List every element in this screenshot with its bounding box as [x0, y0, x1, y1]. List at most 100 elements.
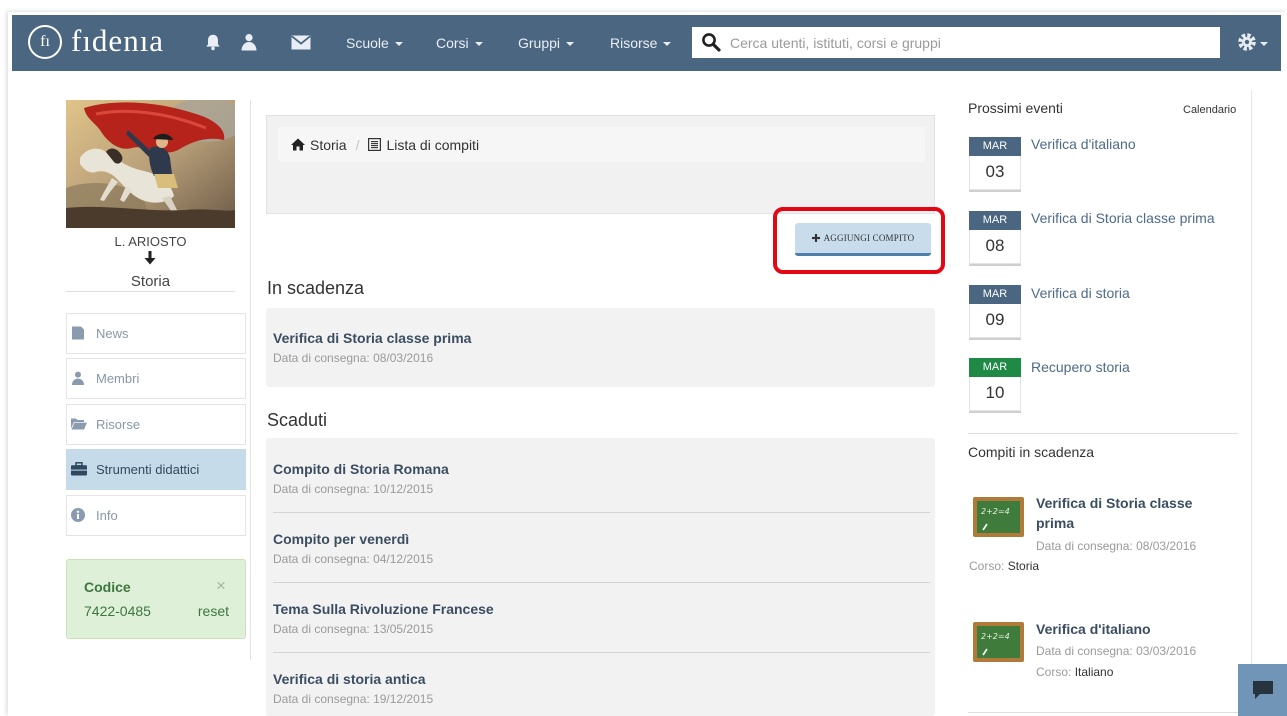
caret-down-icon [566, 42, 575, 46]
assignment-item[interactable]: Tema Sulla Rivoluzione Francese Data di … [273, 583, 930, 653]
event-month-badge: MAR [969, 358, 1021, 377]
breadcrumb-current: Lista di compiti [386, 136, 480, 153]
breadcrumb-panel: Storia / Lista di compiti [266, 115, 935, 214]
arrow-down-icon [144, 251, 156, 270]
event-month-badge: MAR [969, 137, 1021, 156]
assignment-item[interactable]: Verifica di Storia classe prima Data di … [273, 308, 930, 387]
assignment-title[interactable]: Tema Sulla Rivoluzione Francese [273, 601, 930, 617]
task-title[interactable]: Verifica di Storia classe prima [1036, 493, 1221, 533]
menu-gruppi[interactable]: Gruppi [518, 15, 575, 71]
assignment-due-date: Data di consegna: 04/12/2015 [273, 552, 434, 566]
assignment-due-date: Data di consegna: 08/03/2016 [273, 351, 434, 365]
home-icon[interactable] [291, 138, 305, 151]
envelope-icon[interactable] [291, 35, 311, 50]
sidebar-item-label: Membri [96, 371, 140, 386]
menu-corsi[interactable]: Corsi [436, 15, 483, 71]
event-title[interactable]: Verifica di storia [1031, 285, 1246, 301]
search-input[interactable] [692, 27, 1220, 58]
breadcrumb: Storia / Lista di compiti [278, 127, 925, 162]
divider [968, 433, 1238, 434]
sidebar-item-info[interactable]: Info [66, 495, 246, 536]
event-day: 09 [969, 304, 1021, 338]
assignment-title[interactable]: Verifica di storia antica [273, 671, 930, 687]
top-navbar: fı fıdenıa Scuole Corsi Gruppi Risorse [12, 15, 1281, 71]
divider [66, 291, 235, 292]
assignment-due-date: Data di consegna: 10/12/2015 [273, 482, 434, 496]
gear-icon[interactable] [1237, 32, 1257, 52]
search-box [692, 27, 1220, 58]
event-title[interactable]: Verifica di Storia classe prima [1031, 210, 1246, 226]
sidebar-item-membri[interactable]: Membri [66, 358, 246, 399]
logo-mark[interactable]: fı [28, 25, 62, 59]
events-heading: Prossimi eventi [968, 100, 1063, 116]
task-course-label: Corso: [1036, 665, 1072, 679]
chalkboard-icon: 2+2=4 [973, 497, 1024, 537]
task-due-date: Data di consegna: 08/03/2016 [1036, 539, 1197, 553]
close-button[interactable]: × [216, 577, 226, 595]
settings-caret-icon[interactable] [1260, 42, 1268, 46]
user-icon[interactable] [240, 33, 258, 51]
sidebar-item-strumenti-didattici[interactable]: Strumenti didattici [66, 449, 246, 490]
breadcrumb-separator: / [355, 136, 360, 153]
add-assignment-button[interactable]: AGGIUNGI COMPITO [795, 223, 931, 256]
event-month-badge: MAR [969, 211, 1021, 230]
assignment-item[interactable]: Verifica di storia antica Data di conseg… [273, 653, 930, 716]
chat-icon [1251, 679, 1275, 701]
list-icon [368, 138, 382, 151]
sidebar-item-label: Info [96, 508, 118, 523]
plus-icon [811, 234, 824, 242]
bell-icon[interactable] [204, 33, 222, 51]
assignment-item[interactable]: Compito di Storia Romana Data di consegn… [273, 443, 930, 513]
menu-label: Gruppi [518, 35, 561, 51]
expired-heading: Scaduti [267, 410, 328, 430]
sidebar-item-label: Risorse [96, 417, 141, 432]
sidebar-item-risorse[interactable]: Risorse [66, 404, 246, 445]
menu-label: Scuole [346, 35, 389, 51]
menu-scuole[interactable]: Scuole [346, 15, 403, 71]
sidebar-item-label: News [96, 326, 129, 341]
caret-down-icon [474, 42, 483, 46]
breadcrumb-home-link[interactable]: Storia [310, 137, 347, 153]
task-title[interactable]: Verifica d'italiano [1036, 619, 1221, 639]
task-course: Corso: Italiano [1036, 665, 1113, 679]
assignment-due-date: Data di consegna: 19/12/2015 [273, 692, 434, 706]
caret-down-icon [394, 42, 403, 46]
assignment-title[interactable]: Compito di Storia Romana [273, 461, 930, 477]
assignment-item[interactable]: Compito per venerdì Data di consegna: 04… [273, 513, 930, 583]
menu-label: Corsi [436, 35, 469, 51]
assignment-title[interactable]: Compito per venerdì [273, 531, 930, 547]
course-name: Storia [130, 273, 171, 290]
right-column-separator [1251, 90, 1252, 716]
event-title[interactable]: Recupero storia [1031, 359, 1246, 375]
caret-down-icon [663, 42, 672, 46]
calendar-link[interactable]: Calendario [1183, 104, 1236, 117]
add-assignment-label: AGGIUNGI COMPITO [823, 233, 915, 243]
reset-code-link[interactable]: reset [198, 603, 229, 619]
course-code: 7422-0485 [84, 603, 151, 619]
news-icon [71, 326, 85, 340]
left-column-separator [250, 100, 251, 660]
chalk-text: 2+2=4 [981, 632, 1010, 641]
info-icon [71, 508, 85, 522]
divider [968, 712, 1238, 713]
logo-text[interactable]: fıdenıa [71, 21, 164, 61]
due-heading: In scadenza [267, 278, 365, 298]
menu-risorse[interactable]: Risorse [610, 15, 672, 71]
assignment-title[interactable]: Verifica di Storia classe prima [273, 330, 930, 346]
course-image [66, 100, 235, 228]
event-day: 03 [969, 156, 1021, 190]
folder-icon [71, 417, 87, 430]
due-assignments-card: Verifica di Storia classe prima Data di … [266, 308, 935, 387]
chalkboard-icon: 2+2=4 [973, 622, 1024, 662]
sidebar-item-label: Strumenti didattici [96, 462, 200, 477]
task-course-name: Storia [1007, 559, 1040, 573]
event-day: 10 [969, 377, 1021, 411]
task-due-date: Data di consegna: 03/03/2016 [1036, 644, 1197, 658]
chat-button[interactable] [1238, 664, 1287, 716]
event-title[interactable]: Verifica d'italiano [1031, 136, 1246, 152]
expired-assignments-card: Compito di Storia Romana Data di consegn… [266, 438, 935, 716]
upcoming-tasks-heading: Compiti in scadenza [968, 444, 1095, 460]
task-course: Corso: Storia [969, 559, 1039, 573]
course-code-box: Codice × 7422-0485 reset [66, 559, 246, 639]
sidebar-item-news[interactable]: News [66, 313, 246, 354]
